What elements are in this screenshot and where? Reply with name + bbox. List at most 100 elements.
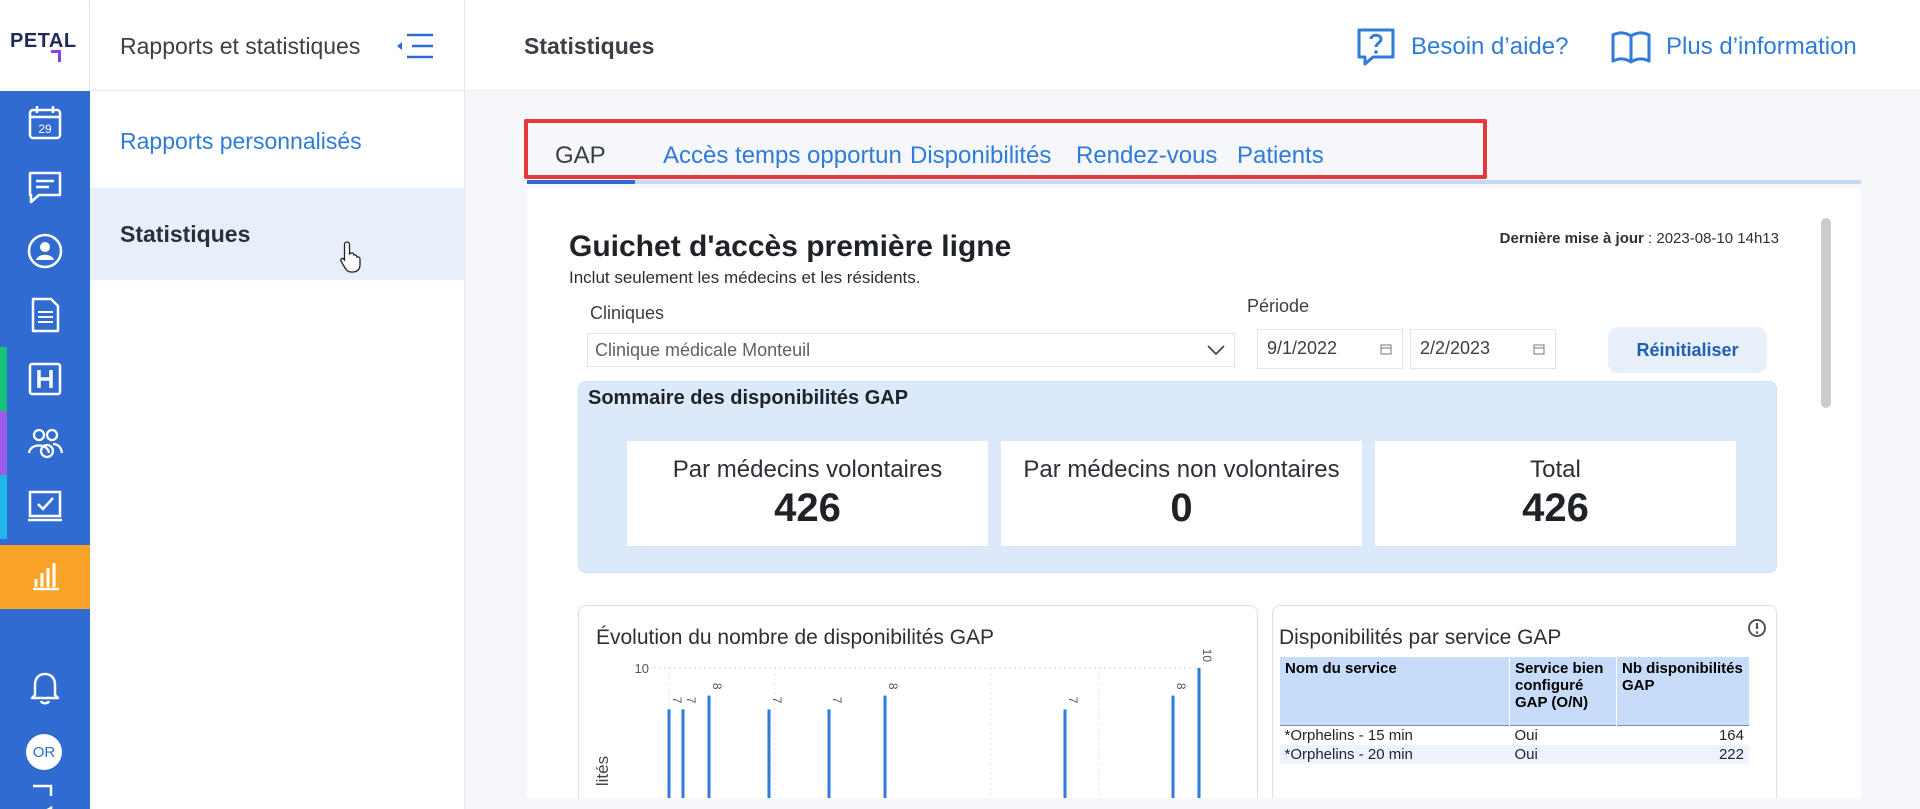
bell-icon bbox=[30, 672, 60, 705]
rail-hospital[interactable] bbox=[0, 347, 90, 411]
more-info-link[interactable]: Plus d’information bbox=[1610, 26, 1857, 68]
kpi-value: 426 bbox=[1522, 486, 1589, 530]
table-cell: *Orphelins - 15 min bbox=[1279, 724, 1510, 745]
highlight-box bbox=[524, 119, 1487, 179]
logout-icon bbox=[33, 784, 53, 809]
last-updated-value: : 2023-08-10 14h13 bbox=[1643, 230, 1779, 247]
y-tick-label: 10 bbox=[635, 661, 649, 676]
column-header[interactable]: Service bien configuré GAP (O/N) bbox=[1509, 657, 1617, 725]
message-icon bbox=[28, 171, 62, 204]
report-subtitle: Inclut seulement les médecins et les rés… bbox=[569, 268, 921, 287]
date-from-input[interactable]: 9/1/2022 bbox=[1257, 329, 1403, 369]
period-label: Période bbox=[1247, 296, 1310, 316]
rail-calendar[interactable]: 29 bbox=[0, 91, 90, 155]
clinic-select-value: Clinique médicale Monteuil bbox=[595, 340, 811, 360]
rail-tasks[interactable] bbox=[0, 475, 90, 539]
date-to-value: 2/2/2023 bbox=[1420, 338, 1491, 358]
table-cell: 164 bbox=[1616, 724, 1749, 745]
board-check-icon bbox=[28, 490, 62, 522]
logo-mark bbox=[51, 50, 61, 62]
y-axis-label: lités bbox=[593, 756, 612, 786]
data-label: 7 bbox=[770, 697, 784, 704]
summary-title: Sommaire des disponibilités GAP bbox=[588, 387, 909, 409]
data-label: 7 bbox=[684, 697, 698, 704]
sidebar-item-label: Statistiques bbox=[120, 220, 251, 247]
data-label: 8 bbox=[886, 683, 900, 690]
sidebar-item-label: Rapports personnalisés bbox=[120, 127, 362, 154]
avatar[interactable]: OR bbox=[26, 734, 62, 770]
rail-strip bbox=[0, 347, 7, 411]
data-label: 8 bbox=[1174, 683, 1188, 690]
kpi-label: Par médecins non volontaires bbox=[1023, 456, 1340, 483]
kpi-value: 426 bbox=[774, 486, 841, 530]
rail-team[interactable] bbox=[0, 411, 90, 475]
rail-logout[interactable] bbox=[0, 782, 90, 809]
chevron-down-icon bbox=[1207, 345, 1225, 356]
rail-messages[interactable] bbox=[0, 155, 90, 219]
bar-chart-icon bbox=[33, 563, 59, 591]
help-bubble-icon bbox=[1357, 28, 1395, 66]
column-header[interactable]: Nom du service bbox=[1279, 657, 1510, 725]
data-label: 8 bbox=[710, 683, 724, 690]
hand-cursor-icon bbox=[340, 241, 361, 273]
services-card: Disponibilités par service GAP Nom du se… bbox=[1272, 605, 1777, 798]
collapse-menu-icon[interactable] bbox=[395, 32, 435, 60]
services-table: Nom du service Service bien configuré GA… bbox=[1279, 657, 1749, 764]
book-icon bbox=[1611, 31, 1651, 64]
report-title: Guichet d'accès première ligne bbox=[569, 230, 1012, 263]
rail-strip bbox=[0, 475, 7, 539]
scrollbar-thumb[interactable] bbox=[1821, 218, 1831, 408]
sub-sidebar: Rapports et statistiques Rapports person… bbox=[90, 0, 465, 809]
data-label: 10 bbox=[1200, 649, 1214, 663]
kpi-non-voluntary: Par médecins non volontaires 0 bbox=[1001, 441, 1362, 546]
document-icon bbox=[31, 297, 60, 333]
help-link[interactable]: Besoin d’aide? bbox=[1355, 26, 1568, 68]
kpi-label: Par médecins volontaires bbox=[672, 456, 943, 483]
last-updated: Dernière mise à jour : 2023-08-10 14h13 bbox=[1500, 230, 1779, 247]
calendar-icon: 29 bbox=[28, 106, 62, 140]
table-cell: Oui bbox=[1509, 744, 1617, 764]
last-updated-label: Dernière mise à jour bbox=[1499, 230, 1644, 247]
rail-documents[interactable] bbox=[0, 283, 90, 347]
sidebar-item-statistics[interactable]: Statistiques bbox=[90, 188, 464, 280]
user-circle-icon bbox=[27, 233, 63, 269]
rail-notifications[interactable] bbox=[0, 655, 90, 719]
column-header[interactable]: Nb disponibilités GAP bbox=[1616, 657, 1749, 725]
info-icon[interactable] bbox=[1747, 618, 1767, 638]
calendar-small-icon bbox=[1380, 344, 1392, 355]
rail-strip bbox=[0, 411, 7, 475]
data-label: 7 bbox=[830, 697, 844, 704]
table-cell: *Orphelins - 20 min bbox=[1279, 744, 1510, 764]
table-cell: 222 bbox=[1616, 744, 1749, 764]
report-panel: Guichet d'accès première ligne Inclut se… bbox=[527, 188, 1861, 798]
clinics-label: Cliniques bbox=[590, 303, 665, 323]
users-icon bbox=[27, 428, 64, 459]
calendar-small-icon bbox=[1533, 344, 1545, 355]
table-cell: Oui bbox=[1509, 724, 1617, 745]
help-label: Besoin d’aide? bbox=[1411, 33, 1569, 60]
gap-summary-card: Sommaire des disponibilités GAP Par méde… bbox=[578, 381, 1777, 573]
services-title: Disponibilités par service GAP bbox=[1279, 626, 1562, 649]
clinic-select[interactable]: Clinique médicale Monteuil bbox=[587, 333, 1235, 367]
reset-button[interactable]: Réinitialiser bbox=[1608, 327, 1767, 373]
sub-sidebar-title: Rapports et statistiques bbox=[120, 33, 361, 59]
rail-patients[interactable] bbox=[0, 219, 90, 283]
sidebar-item-custom-reports[interactable]: Rapports personnalisés bbox=[90, 95, 464, 187]
active-tab-indicator bbox=[527, 180, 635, 184]
page-title: Statistiques bbox=[524, 33, 655, 59]
main-content: GAP Accès temps opportun Disponibilités … bbox=[465, 91, 1920, 809]
kpi-label: Total bbox=[1530, 456, 1581, 483]
date-to-input[interactable]: 2/2/2023 bbox=[1410, 329, 1556, 369]
data-label: 7 bbox=[670, 697, 684, 704]
date-from-value: 9/1/2022 bbox=[1267, 338, 1338, 358]
table-row[interactable]: *Orphelins - 15 min Oui 164 bbox=[1279, 724, 1749, 745]
petal-logo[interactable]: PETAL bbox=[0, 0, 90, 91]
table-row[interactable]: *Orphelins - 20 min Oui 222 bbox=[1279, 744, 1749, 764]
evolution-chart-card: Évolution du nombre de disponibilités GA… bbox=[578, 605, 1258, 798]
sub-sidebar-header: Rapports et statistiques bbox=[90, 0, 464, 91]
rail-statistics[interactable] bbox=[0, 545, 90, 609]
app-rail: PETAL 29 OR bbox=[0, 0, 90, 809]
evolution-chart: 10lités7 787 787810 bbox=[593, 649, 1214, 798]
calendar-day: 29 bbox=[38, 122, 52, 136]
info-label: Plus d’information bbox=[1666, 33, 1857, 60]
